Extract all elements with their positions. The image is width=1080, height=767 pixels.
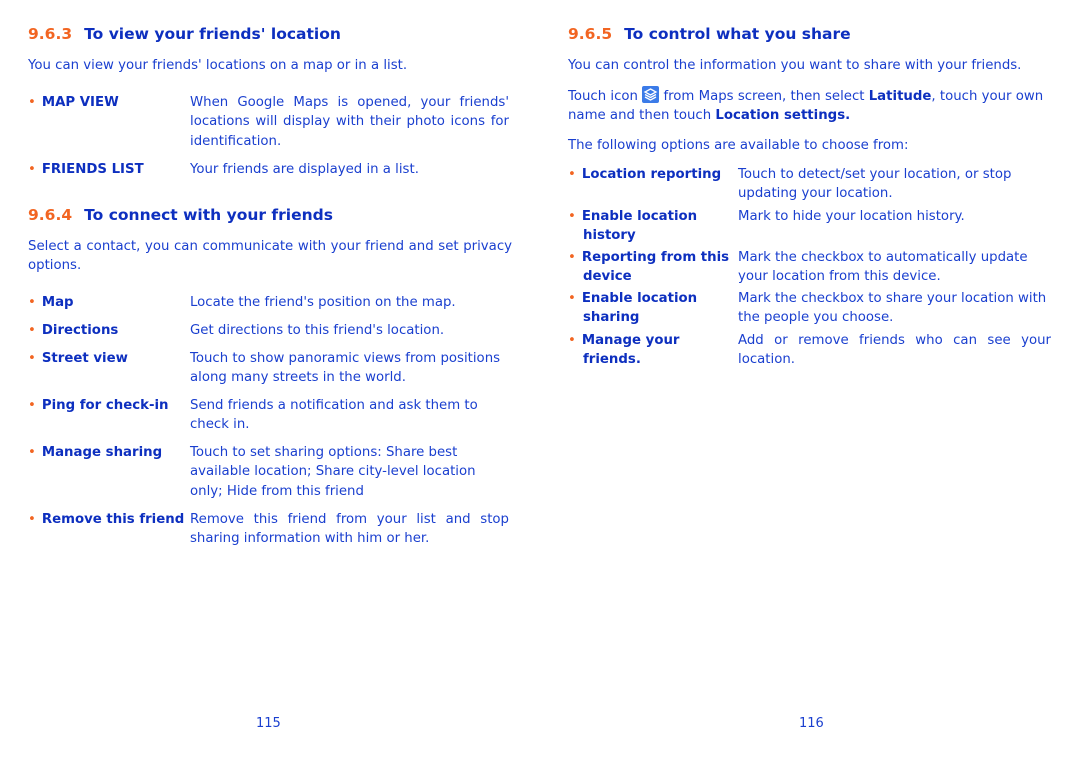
section-intro: You can control the information you want… xyxy=(568,58,1022,73)
term: • Enable location history xyxy=(568,207,733,246)
bullet-icon: • xyxy=(568,250,576,265)
page-number-left: 115 xyxy=(256,716,281,731)
description: Touch to show panoramic views from posit… xyxy=(190,351,501,386)
text: from Maps screen, then select xyxy=(663,89,865,104)
description: Touch to detect/set your location, or st… xyxy=(738,167,1012,202)
term: • Street view xyxy=(28,349,128,368)
term-label: FRIENDS LIST xyxy=(41,162,144,177)
term: • Enable location sharing xyxy=(568,289,733,328)
term-label: Map xyxy=(41,295,74,310)
section-title: To control what you share xyxy=(624,25,851,43)
latitude-label: Latitude xyxy=(868,89,932,104)
bullet-icon: • xyxy=(568,209,576,224)
term-label: Street view xyxy=(41,351,128,366)
latitude-layers-icon xyxy=(642,86,660,103)
bullet-icon: • xyxy=(28,445,36,460)
section-heading-9-6-3: 9.6.3 To view your friends' location xyxy=(28,25,341,43)
term: • Location reporting xyxy=(568,165,721,184)
term-label: Location reporting xyxy=(581,167,722,182)
term: • Map xyxy=(28,293,74,312)
term-label: Reporting from this device xyxy=(581,250,730,285)
description: Touch to set sharing options: Share best… xyxy=(190,445,476,499)
term-label: Ping for check-in xyxy=(41,398,169,413)
bullet-icon: • xyxy=(568,333,576,348)
bullet-icon: • xyxy=(568,291,576,306)
description: Remove this friend from your list and st… xyxy=(190,512,509,547)
bullet-icon: • xyxy=(28,162,36,177)
section-heading-9-6-4: 9.6.4 To connect with your friends xyxy=(28,206,333,224)
text: Touch icon xyxy=(568,89,638,104)
options-intro: The following options are available to c… xyxy=(568,138,909,153)
bullet-icon: • xyxy=(28,95,36,110)
page-number-right: 116 xyxy=(799,716,824,731)
bullet-icon: • xyxy=(28,295,36,310)
section-heading-9-6-5: 9.6.5 To control what you share xyxy=(568,25,851,43)
location-settings-label: Location settings. xyxy=(715,108,851,124)
section-number: 9.6.5 xyxy=(568,25,613,43)
description: Your friends are displayed in a list. xyxy=(190,162,419,177)
term-label: MAP VIEW xyxy=(41,95,119,110)
term-label: Remove this friend xyxy=(41,512,185,527)
description: Send friends a notification and ask them… xyxy=(190,398,478,433)
description: Mark to hide your location history. xyxy=(738,209,965,224)
touch-instruction: Touch icon from Maps screen, then select… xyxy=(568,86,1054,126)
description: Locate the friend's position on the map. xyxy=(190,295,456,310)
description: When Google Maps is opened, your friends… xyxy=(190,95,509,149)
bullet-icon: • xyxy=(568,167,576,182)
term: • Remove this friend xyxy=(28,510,184,529)
definition-item: • FRIENDS LIST Your friends are displayed… xyxy=(28,160,512,180)
section-title: To view your friends' location xyxy=(84,25,341,43)
term: • Reporting from this device xyxy=(568,248,751,287)
section-intro: Select a contact, you can communicate wi… xyxy=(28,239,512,274)
description: Get directions to this friend's location… xyxy=(190,323,445,338)
term-label: Directions xyxy=(41,323,119,338)
description: Mark the checkbox to automatically updat… xyxy=(738,250,1028,285)
term-label: Enable location sharing xyxy=(581,291,698,326)
bullet-icon: • xyxy=(28,512,36,527)
term-label: Manage sharing xyxy=(41,445,163,460)
section-intro: You can view your friends' locations on … xyxy=(28,58,408,73)
term: • Manage sharing xyxy=(28,443,162,462)
bullet-icon: • xyxy=(28,398,36,413)
description: Add or remove friends who can see your l… xyxy=(738,333,1051,368)
term: • Manage your friends. xyxy=(568,331,723,370)
bullet-icon: • xyxy=(28,323,36,338)
definition-item: • MAP VIEW When Google Maps is opened, yo… xyxy=(28,93,512,153)
term: • Ping for check-in xyxy=(28,396,169,415)
section-number: 9.6.3 xyxy=(28,25,73,43)
term: • MAP VIEW xyxy=(28,93,119,112)
term: • FRIENDS LIST xyxy=(28,160,144,179)
term: • Directions xyxy=(28,321,118,340)
section-number: 9.6.4 xyxy=(28,206,73,224)
term-label: Manage your friends. xyxy=(581,333,680,368)
term-label: Enable location history xyxy=(581,209,698,244)
section-title: To connect with your friends xyxy=(84,206,333,224)
bullet-icon: • xyxy=(28,351,36,366)
description: Mark the checkbox to share your location… xyxy=(738,291,1047,326)
